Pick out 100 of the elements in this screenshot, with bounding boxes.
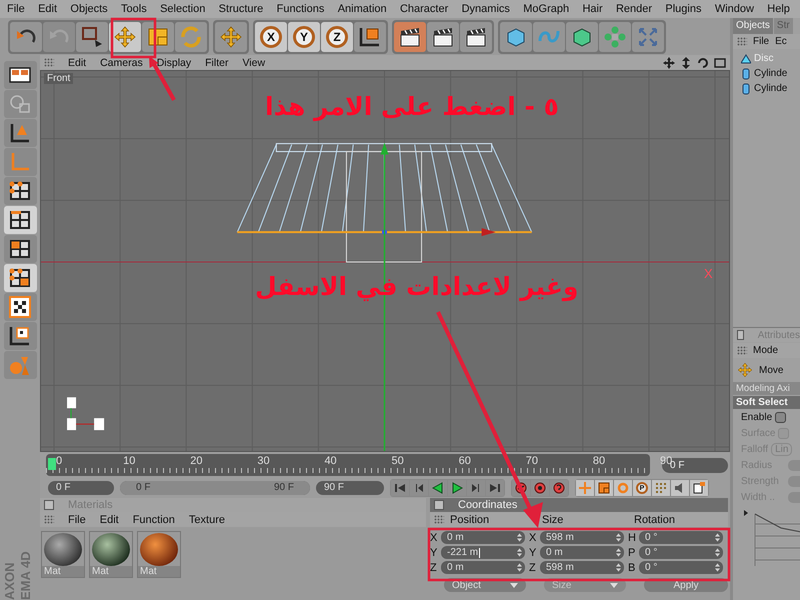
tool-button[interactable] xyxy=(394,22,426,52)
menu-item[interactable]: Display xyxy=(156,56,192,68)
playback-button[interactable] xyxy=(391,480,409,496)
panel-checkbox[interactable] xyxy=(737,330,744,340)
up-down-arrow-icon[interactable] xyxy=(680,56,692,68)
object-row[interactable]: Cylinde xyxy=(741,81,800,96)
spinner-icon[interactable] xyxy=(517,548,522,557)
skip-icon xyxy=(394,482,406,494)
menu-item[interactable]: Function xyxy=(132,514,175,526)
menu-item[interactable]: File xyxy=(753,36,770,47)
current-frame-marker[interactable] xyxy=(48,458,56,470)
record-button[interactable] xyxy=(550,480,568,496)
wireframe-drawing[interactable] xyxy=(236,143,532,262)
mode-button[interactable] xyxy=(4,61,36,89)
spinner-icon[interactable] xyxy=(715,548,720,557)
tool-button[interactable] xyxy=(460,22,492,52)
value-field[interactable]: 0 m xyxy=(441,561,525,574)
menu-item[interactable]: Structure xyxy=(218,3,264,15)
menu-item[interactable]: Animation xyxy=(338,3,387,15)
axis-toggle-button[interactable]: Z xyxy=(321,22,353,52)
playback-button[interactable] xyxy=(448,480,466,496)
playback-button[interactable] xyxy=(486,480,504,496)
spinner-icon[interactable] xyxy=(616,533,621,542)
menu-item[interactable]: Window xyxy=(714,3,754,15)
spinner-icon[interactable] xyxy=(616,563,621,572)
value-field[interactable]: 0 m xyxy=(540,546,624,559)
grip-handle[interactable] xyxy=(44,58,54,67)
tool-button[interactable] xyxy=(427,22,459,52)
frame-tick-label: 30 xyxy=(257,455,270,467)
grip-handle[interactable] xyxy=(737,346,747,355)
menu-item[interactable]: Objects xyxy=(70,3,108,15)
value-field[interactable]: 0 ° xyxy=(639,531,723,544)
mode-button[interactable] xyxy=(4,119,36,147)
tool-button[interactable] xyxy=(566,22,598,52)
panel-checkbox[interactable] xyxy=(44,500,54,510)
menu-item[interactable]: Selection xyxy=(160,3,206,15)
spinner-icon[interactable] xyxy=(715,533,720,542)
mode-button[interactable] xyxy=(4,322,36,350)
axis-toggle-button[interactable]: Y xyxy=(288,22,320,52)
checkbox[interactable] xyxy=(775,412,786,423)
menu-item[interactable]: Render xyxy=(616,3,652,15)
key-button[interactable] xyxy=(690,480,708,496)
menu-item[interactable]: File xyxy=(7,3,25,15)
menu-item[interactable]: Plugins xyxy=(665,3,702,15)
frame-tick-label: 80 xyxy=(592,455,606,467)
value-field[interactable]: 0 ° xyxy=(639,546,723,559)
mode-button[interactable] xyxy=(4,235,36,263)
value-field[interactable]: -221 m xyxy=(441,546,525,559)
menu-item[interactable]: MoGraph xyxy=(523,3,570,15)
menu-item[interactable]: Texture xyxy=(188,514,225,526)
playback-button[interactable] xyxy=(429,480,447,496)
mode-button[interactable] xyxy=(4,177,36,205)
axis-label: X xyxy=(529,532,538,544)
spinner-icon[interactable] xyxy=(517,563,522,572)
section-header[interactable]: Soft Select xyxy=(733,396,800,409)
menu-item[interactable]: View xyxy=(242,56,266,68)
maximize-icon[interactable] xyxy=(714,56,726,68)
rotate-icon[interactable] xyxy=(697,56,709,68)
end-frame-field[interactable]: 90 F xyxy=(316,481,384,495)
menu-item[interactable]: Functions xyxy=(276,3,324,15)
menu-item[interactable]: Filter xyxy=(205,56,228,68)
mode-button[interactable] xyxy=(4,206,36,234)
menu-item[interactable]: Edit xyxy=(68,56,86,68)
grip-handle[interactable] xyxy=(434,515,444,524)
menu-item[interactable]: Hair xyxy=(582,3,603,15)
spinner-icon[interactable] xyxy=(616,548,621,557)
rotate-icon xyxy=(179,24,203,48)
menu-item[interactable]: File xyxy=(68,514,86,526)
record-button[interactable] xyxy=(531,480,549,496)
menu-item[interactable]: Character xyxy=(400,3,448,15)
start-frame-field[interactable]: 0 F xyxy=(48,481,114,495)
axis-toggle-button[interactable]: X xyxy=(255,22,287,52)
spinner-icon[interactable] xyxy=(715,563,720,572)
menu-item[interactable]: Edit xyxy=(38,3,58,15)
menu-item[interactable]: Cameras xyxy=(100,56,143,68)
mode-button[interactable] xyxy=(4,264,36,292)
menu-item[interactable]: Ec xyxy=(775,36,787,47)
mode-button[interactable] xyxy=(4,293,36,321)
value-field[interactable]: 0 ° xyxy=(639,561,723,574)
menu-item[interactable]: Dynamics xyxy=(462,3,510,15)
value-field[interactable]: 598 m xyxy=(540,531,624,544)
annotation-text: وغير لاعدادات في الاسفل xyxy=(255,272,578,301)
value-field[interactable]: 0 m xyxy=(441,531,525,544)
value-field[interactable]: 598 m xyxy=(540,561,624,574)
object-row[interactable]: Cylinde xyxy=(741,66,800,81)
range-slider[interactable]: 0 F 90 F xyxy=(120,481,310,495)
playback-button[interactable] xyxy=(467,480,485,496)
material-sphere-thumbnail xyxy=(92,533,130,566)
menu-item[interactable]: Tools xyxy=(121,3,147,15)
menu-item[interactable]: Edit xyxy=(100,514,119,526)
grip-handle[interactable] xyxy=(737,37,747,46)
spinner-icon[interactable] xyxy=(517,533,522,542)
tool-button[interactable] xyxy=(354,22,386,52)
move-icon[interactable] xyxy=(663,56,675,68)
grip-handle[interactable] xyxy=(44,515,54,524)
playback-button[interactable] xyxy=(410,480,428,496)
panel-tab[interactable]: Objects xyxy=(733,18,773,34)
highlight-box xyxy=(110,18,156,58)
panel-checkbox[interactable] xyxy=(434,500,444,510)
menu-item[interactable]: Help xyxy=(767,3,790,15)
